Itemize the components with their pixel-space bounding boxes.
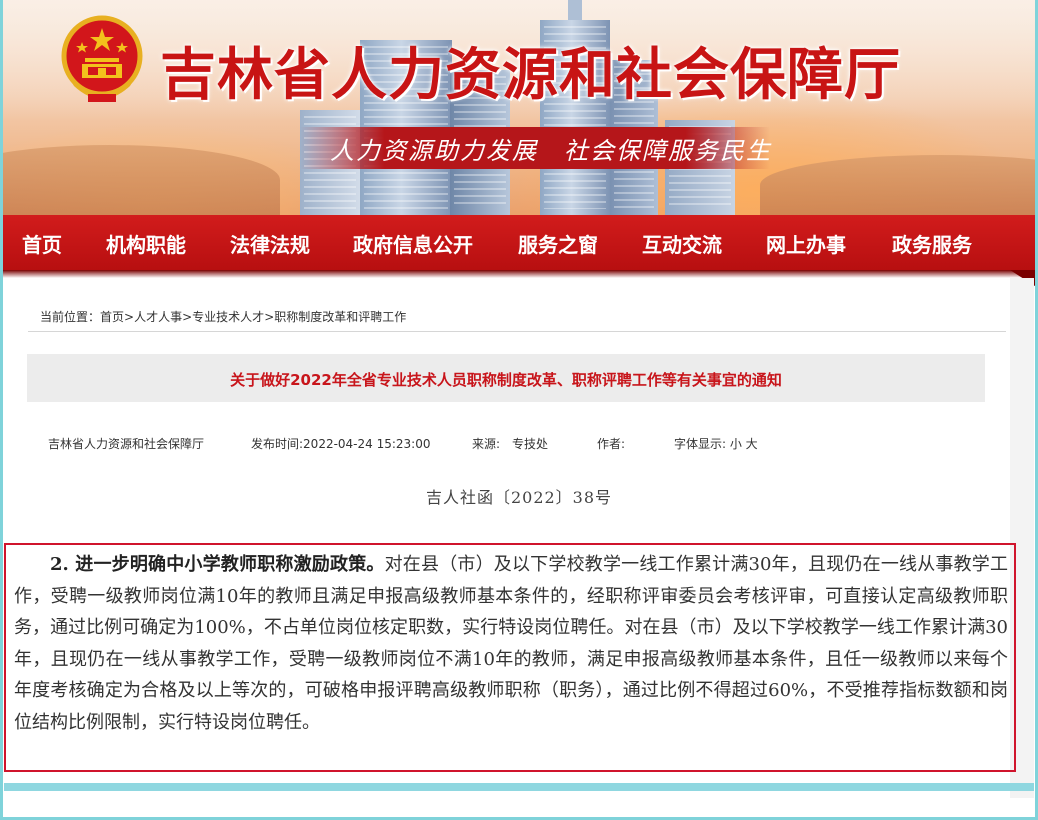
breadcrumb-separator: > [124,310,135,324]
highlighted-paragraph-box: 2. 进一步明确中小学教师职称激励政策。对在县（市）及以下学校教学一线工作累计满… [4,543,1016,772]
article-paragraph: 2. 进一步明确中小学教师职称激励政策。对在县（市）及以下学校教学一线工作累计满… [14,549,1008,738]
breadcrumb-separator: > [182,310,193,324]
hill [0,145,280,215]
nav-item-online[interactable]: 网上办事 [766,229,846,258]
breadcrumb-talent[interactable]: 人才人事 [134,310,182,324]
nav-shadow [0,270,1038,278]
article-publish-time: 发布时间:2022-04-24 15:23:00 [251,437,431,451]
document-number: 吉人社函〔2022〕38号 [425,488,613,507]
hill [760,155,1038,215]
article-author: 作者: [597,437,626,451]
nav-item-gov-info[interactable]: 政府信息公开 [353,229,473,258]
breadcrumb: 当前位置：首页>人才人事>专业技术人才>职称制度改革和评聘工作 [40,308,406,325]
bottom-bar [4,783,1034,791]
paragraph-body: 对在县（市）及以下学校教学一线工作累计满30年，且现仍在一线从事教学工作，受聘一… [14,554,1009,733]
slogan-text: 人力资源助力发展 社会保障服务民生 [330,137,772,165]
nav-item-organization[interactable]: 机构职能 [106,229,186,258]
breadcrumb-professional[interactable]: 专业技术人才 [192,310,264,324]
article-title-box: 关于做好2022年全省专业技术人员职称制度改革、职称评聘工作等有关事宜的通知 [27,354,985,402]
nav-item-home[interactable]: 首页 [22,229,62,258]
site-title: 吉林省人力资源和社会保障厅 [160,43,901,108]
divider [28,331,1006,332]
breadcrumb-current[interactable]: 职称制度改革和评聘工作 [274,310,406,324]
breadcrumb-prefix: 当前位置： [40,310,101,324]
nav-item-laws[interactable]: 法律法规 [230,229,310,258]
breadcrumb-home[interactable]: 首页 [100,310,124,324]
article-title: 关于做好2022年全省专业技术人员职称制度改革、职称评聘工作等有关事宜的通知 [230,371,782,389]
nav-item-gov-service[interactable]: 政务服务 [892,229,972,258]
header-banner: 吉林省人力资源和社会保障厅 人力资源助力发展 社会保障服务民生 [0,0,1038,215]
article-publisher: 吉林省人力资源和社会保障厅 [48,437,205,451]
nav-item-service[interactable]: 服务之窗 [518,229,598,258]
font-size-toggle[interactable]: 字体显示: 小 大 [674,435,758,452]
main-nav: 首页 机构职能 法律法规 政府信息公开 服务之窗 互动交流 网上办事 政务服务 [0,215,1038,270]
paragraph-lead: 2. 进一步明确中小学教师职称激励政策。 [50,554,385,575]
national-emblem-icon [61,15,143,102]
article-source: 来源: 专技处 [472,437,549,451]
breadcrumb-separator: > [264,310,275,324]
nav-item-interaction[interactable]: 互动交流 [642,229,722,258]
